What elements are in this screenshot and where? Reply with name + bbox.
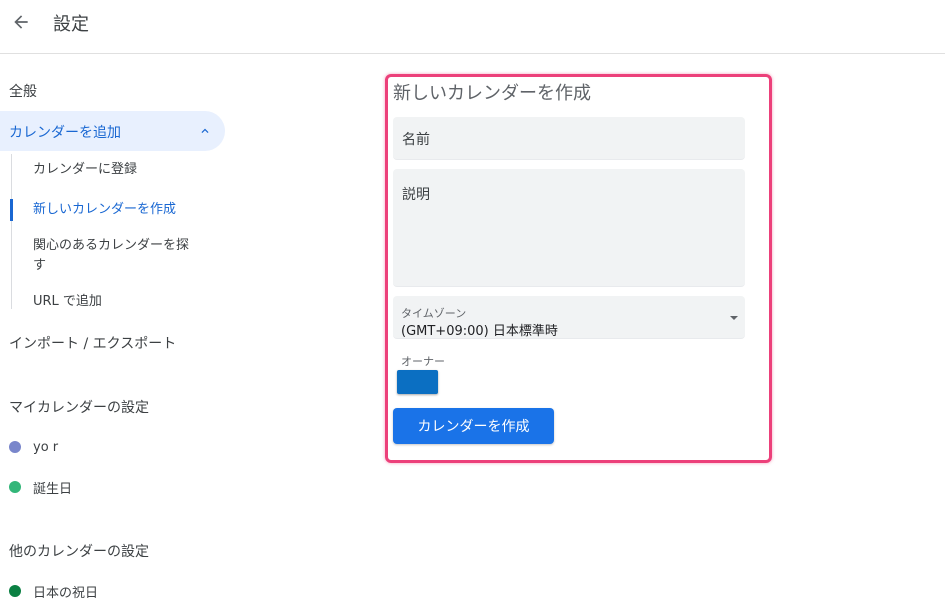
form-title: 新しいカレンダーを作成 xyxy=(393,83,591,104)
sidebar-subitem-subscribe[interactable]: カレンダーに登録 xyxy=(33,160,137,180)
calendar-color-dot xyxy=(9,585,21,597)
sidebar-item-add-calendar-label: カレンダーを追加 xyxy=(9,125,121,141)
name-field[interactable]: 名前 xyxy=(393,117,745,160)
sidebar-subitem-browse-line1: 関心のあるカレンダーを探 xyxy=(33,238,190,253)
owner-label: オーナー xyxy=(401,355,445,368)
owner-selector[interactable] xyxy=(397,370,438,394)
chevron-up-icon xyxy=(201,128,209,133)
my-calendars-heading: マイカレンダーの設定 xyxy=(9,400,149,416)
sidebar-item-import-export[interactable]: インポート / エクスポート xyxy=(9,333,176,353)
calendar-label: 誕生日 xyxy=(33,481,73,497)
create-calendar-button[interactable]: カレンダーを作成 xyxy=(393,408,554,444)
sidebar-subitem-from-url[interactable]: URL で追加 xyxy=(33,292,102,312)
top-bar: 設定 xyxy=(0,0,945,54)
other-calendars-heading: 他のカレンダーの設定 xyxy=(9,544,149,560)
settings-sidebar: 全般 カレンダーを追加 カレンダーに登録 新しいカレンダーを作成 関心のあるカレ… xyxy=(0,54,230,613)
sidebar-subitem-browse-interesting[interactable]: 関心のあるカレンダーを探 す xyxy=(33,236,189,276)
page-title: 設定 xyxy=(53,14,89,35)
calendar-label: yo r xyxy=(33,439,59,455)
calendar-color-dot xyxy=(9,441,21,453)
dropdown-arrow-icon xyxy=(730,316,738,320)
sub-nav-active-indicator xyxy=(10,199,13,221)
sidebar-item-general[interactable]: 全般 xyxy=(9,81,37,101)
description-field-label: 説明 xyxy=(402,187,430,203)
sub-nav-rail xyxy=(11,154,12,309)
calendar-color-dot xyxy=(9,481,21,493)
description-field[interactable]: 説明 xyxy=(393,169,745,287)
calendar-label: 日本の祝日 xyxy=(33,585,99,601)
sidebar-subitem-browse-line2: す xyxy=(33,258,47,273)
timezone-label: タイムゾーン xyxy=(401,307,467,320)
calendar-item[interactable]: 誕生日 xyxy=(9,477,72,497)
calendar-item[interactable]: 日本の祝日 xyxy=(9,581,98,601)
name-field-label: 名前 xyxy=(402,132,430,148)
sidebar-subitem-create-new[interactable]: 新しいカレンダーを作成 xyxy=(33,200,176,220)
calendar-item[interactable]: yo r xyxy=(9,437,58,457)
back-arrow-icon[interactable] xyxy=(6,7,36,37)
sidebar-item-add-calendar[interactable]: カレンダーを追加 xyxy=(0,111,225,151)
timezone-value: (GMT+09:00) 日本標準時 xyxy=(401,324,558,339)
timezone-select[interactable]: タイムゾーン (GMT+09:00) 日本標準時 xyxy=(393,296,745,339)
